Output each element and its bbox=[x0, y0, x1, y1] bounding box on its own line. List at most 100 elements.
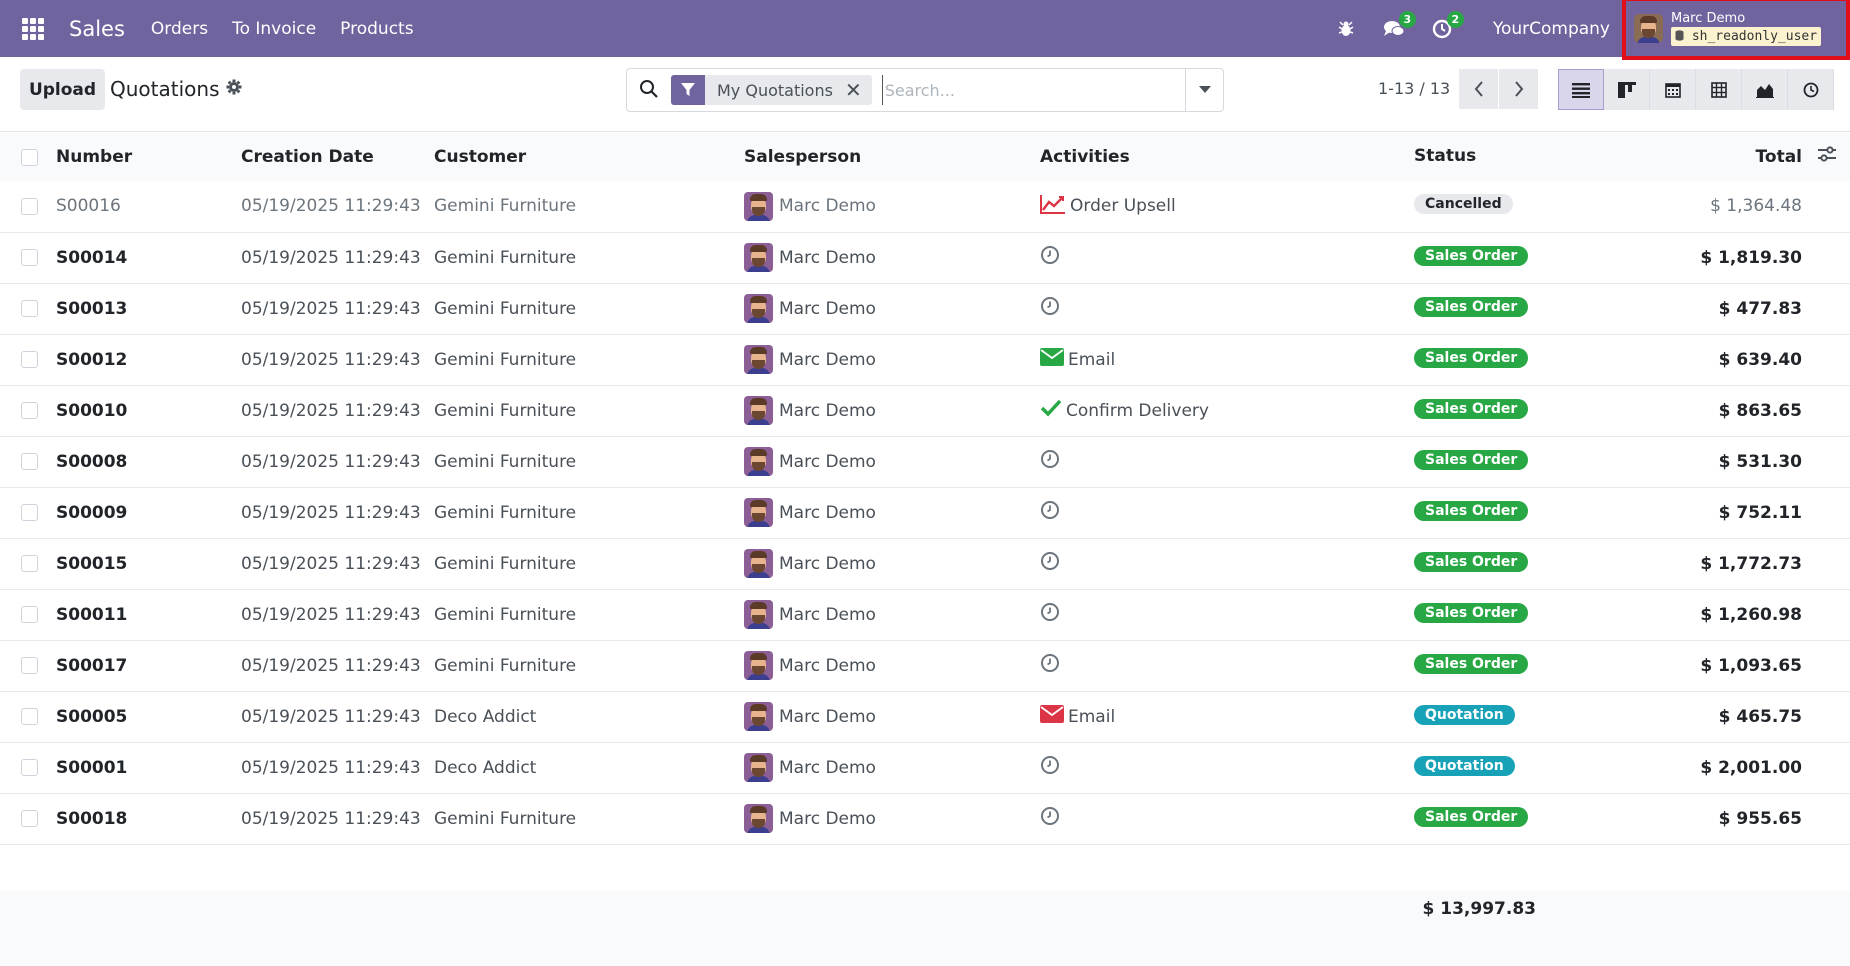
column-header-salesperson[interactable]: Salesperson bbox=[744, 133, 1040, 181]
salesperson-avatar[interactable] bbox=[744, 600, 773, 629]
activity-widget[interactable] bbox=[1040, 296, 1400, 321]
facet-remove-icon[interactable]: ✕ bbox=[845, 78, 872, 102]
select-all-checkbox[interactable] bbox=[21, 148, 38, 166]
search-icon[interactable] bbox=[639, 79, 661, 101]
activities-clock-icon[interactable]: 2 bbox=[1429, 10, 1464, 42]
table-row[interactable]: S00015 05/19/2025 11:29:43 Gemini Furnitur… bbox=[0, 538, 1850, 589]
order-number[interactable]: S00014 bbox=[56, 232, 241, 283]
salesperson-avatar[interactable] bbox=[744, 549, 773, 578]
pager-value[interactable]: 1-13 / 13 bbox=[1378, 79, 1450, 98]
clock-icon[interactable] bbox=[1040, 653, 1060, 678]
table-row[interactable]: S00011 05/19/2025 11:29:43 Gemini Furnitur… bbox=[0, 589, 1850, 640]
activity-widget[interactable]: Confirm Delivery bbox=[1040, 399, 1400, 422]
order-number[interactable]: S00008 bbox=[56, 436, 241, 487]
salesperson-avatar[interactable] bbox=[744, 651, 773, 680]
activity-widget[interactable]: Order Upsell bbox=[1040, 194, 1400, 219]
salesperson-avatar[interactable] bbox=[744, 804, 773, 833]
row-checkbox[interactable] bbox=[21, 708, 38, 725]
messages-icon[interactable]: 3 bbox=[1381, 10, 1416, 42]
clock-icon[interactable] bbox=[1040, 500, 1060, 525]
salesperson-avatar[interactable] bbox=[744, 294, 773, 323]
order-number[interactable]: S00012 bbox=[56, 334, 241, 385]
order-number[interactable]: S00009 bbox=[56, 487, 241, 538]
activity-widget[interactable] bbox=[1040, 602, 1400, 627]
menu-item-to-invoice[interactable]: To Invoice bbox=[232, 19, 316, 39]
row-checkbox[interactable] bbox=[21, 453, 38, 470]
row-checkbox[interactable] bbox=[21, 351, 38, 368]
gear-icon[interactable] bbox=[226, 79, 242, 100]
table-row[interactable]: S00016 05/19/2025 11:29:43 Gemini Furnitur… bbox=[0, 181, 1850, 232]
order-number[interactable]: S00010 bbox=[56, 385, 241, 436]
envelope-green-icon[interactable] bbox=[1040, 348, 1064, 371]
bug-icon[interactable] bbox=[1333, 16, 1359, 42]
salesperson-avatar[interactable] bbox=[744, 191, 773, 221]
order-number[interactable]: S00011 bbox=[56, 589, 241, 640]
table-row[interactable]: S00013 05/19/2025 11:29:43 Gemini Furnitur… bbox=[0, 283, 1850, 334]
column-header-customer[interactable]: Customer bbox=[434, 133, 744, 181]
envelope-red-icon[interactable] bbox=[1040, 705, 1064, 728]
table-row[interactable]: S00001 05/19/2025 11:29:43 Deco Addict Marc… bbox=[0, 742, 1850, 793]
table-row[interactable]: S00012 05/19/2025 11:29:43 Gemini Furnitur… bbox=[0, 334, 1850, 385]
salesperson-avatar[interactable] bbox=[744, 498, 773, 527]
pager-previous-button[interactable] bbox=[1459, 69, 1498, 109]
table-row[interactable]: S00008 05/19/2025 11:29:43 Gemini Furnitur… bbox=[0, 436, 1850, 487]
activity-widget[interactable] bbox=[1040, 806, 1400, 831]
table-row[interactable]: S00005 05/19/2025 11:29:43 Deco Addict Marc… bbox=[0, 691, 1850, 742]
order-number[interactable]: S00015 bbox=[56, 538, 241, 589]
activity-widget[interactable] bbox=[1040, 653, 1400, 678]
row-checkbox[interactable] bbox=[21, 402, 38, 419]
salesperson-avatar[interactable] bbox=[744, 243, 773, 272]
row-checkbox[interactable] bbox=[21, 606, 38, 623]
column-header-activities[interactable]: Activities bbox=[1040, 133, 1400, 181]
order-number[interactable]: S00013 bbox=[56, 283, 241, 334]
activity-widget[interactable] bbox=[1040, 500, 1400, 525]
user-menu[interactable]: Marc Demo sh_readonly_user bbox=[1622, 0, 1850, 60]
activity-view-button[interactable] bbox=[1788, 69, 1834, 110]
salesperson-avatar[interactable] bbox=[744, 447, 773, 476]
activity-widget[interactable] bbox=[1040, 449, 1400, 474]
table-row[interactable]: S00017 05/19/2025 11:29:43 Gemini Furnitur… bbox=[0, 640, 1850, 691]
app-name[interactable]: Sales bbox=[69, 17, 125, 41]
list-view-button[interactable] bbox=[1558, 69, 1604, 110]
row-checkbox[interactable] bbox=[21, 197, 38, 215]
clock-icon[interactable] bbox=[1040, 602, 1060, 627]
order-number[interactable]: S00017 bbox=[56, 640, 241, 691]
row-checkbox[interactable] bbox=[21, 555, 38, 572]
order-number[interactable]: S00018 bbox=[56, 793, 241, 844]
row-checkbox[interactable] bbox=[21, 504, 38, 521]
chart-line-icon[interactable] bbox=[1040, 194, 1066, 219]
table-row[interactable]: S00010 05/19/2025 11:29:43 Gemini Furnitur… bbox=[0, 385, 1850, 436]
menu-item-products[interactable]: Products bbox=[340, 19, 413, 39]
activity-widget[interactable] bbox=[1040, 551, 1400, 576]
clock-icon[interactable] bbox=[1040, 551, 1060, 576]
kanban-view-button[interactable] bbox=[1604, 69, 1650, 110]
column-header-number[interactable]: Number bbox=[56, 133, 241, 181]
salesperson-avatar[interactable] bbox=[744, 345, 773, 374]
activity-widget[interactable]: Email bbox=[1040, 705, 1400, 728]
clock-icon[interactable] bbox=[1040, 806, 1060, 831]
table-row[interactable]: S00018 05/19/2025 11:29:43 Gemini Furnitur… bbox=[0, 793, 1850, 844]
row-checkbox[interactable] bbox=[21, 300, 38, 317]
apps-grid-icon[interactable] bbox=[22, 17, 44, 40]
row-checkbox[interactable] bbox=[21, 810, 38, 827]
activity-widget[interactable] bbox=[1040, 245, 1400, 270]
order-number[interactable]: S00001 bbox=[56, 742, 241, 793]
calendar-view-button[interactable] bbox=[1650, 69, 1696, 110]
graph-view-button[interactable] bbox=[1742, 69, 1788, 110]
pager-next-button[interactable] bbox=[1499, 69, 1538, 109]
row-checkbox[interactable] bbox=[21, 759, 38, 776]
table-row[interactable]: S00014 05/19/2025 11:29:43 Gemini Furnitur… bbox=[0, 232, 1850, 283]
salesperson-avatar[interactable] bbox=[744, 396, 773, 425]
pivot-view-button[interactable] bbox=[1696, 69, 1742, 110]
company-switcher[interactable]: YourCompany bbox=[1493, 19, 1610, 39]
clock-icon[interactable] bbox=[1040, 245, 1060, 270]
optional-columns-icon[interactable] bbox=[1817, 146, 1837, 167]
clock-icon[interactable] bbox=[1040, 296, 1060, 321]
row-checkbox[interactable] bbox=[21, 249, 38, 266]
salesperson-avatar[interactable] bbox=[744, 753, 773, 782]
search-input[interactable] bbox=[881, 75, 1182, 105]
upload-button[interactable]: Upload bbox=[20, 69, 105, 110]
clock-icon[interactable] bbox=[1040, 755, 1060, 780]
activity-widget[interactable]: Email bbox=[1040, 348, 1400, 371]
check-icon[interactable] bbox=[1040, 399, 1062, 422]
